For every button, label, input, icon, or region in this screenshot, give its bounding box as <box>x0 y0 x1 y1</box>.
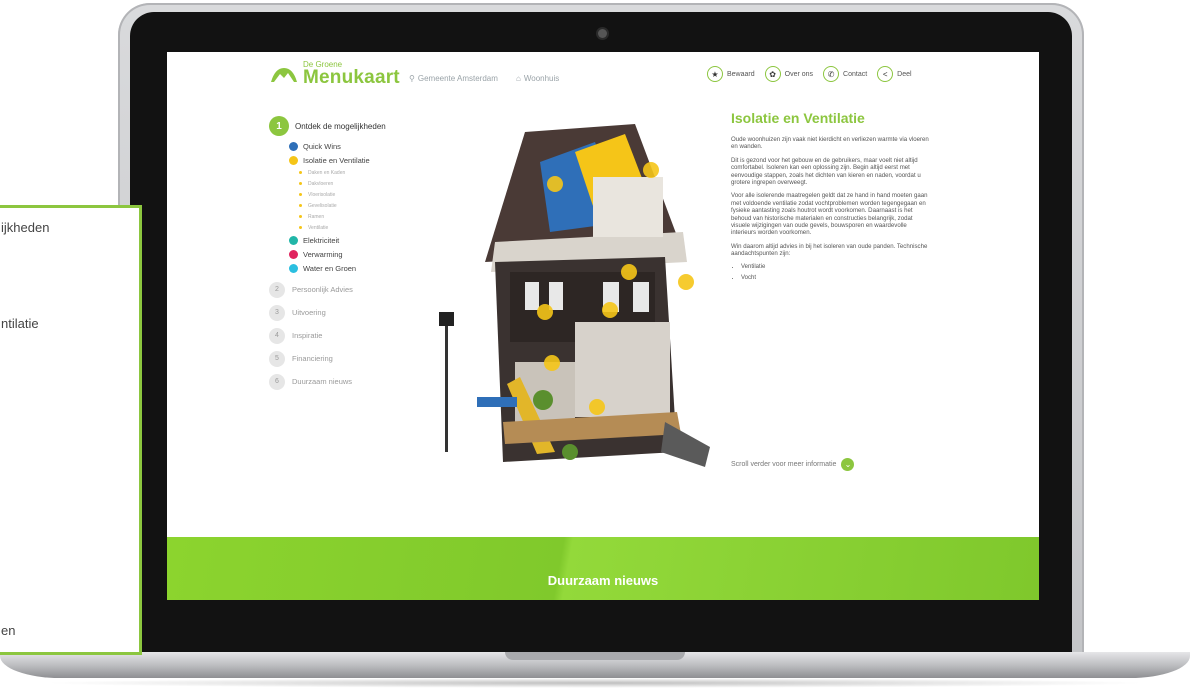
nav-deel[interactable]: < Deel <box>877 66 912 82</box>
sidebar-step-uitvoering[interactable]: 3 Uitvoering <box>269 301 419 324</box>
sidebar-step-advies[interactable]: 2 Persoonlijk Advies <box>269 278 419 301</box>
sidebar-item-label: Quick Wins <box>303 141 341 151</box>
article: Isolatie en Ventilatie Oude woonhuizen z… <box>731 110 931 286</box>
step-number: 5 <box>269 350 285 367</box>
house-cutaway-illustration <box>439 124 710 467</box>
sidebar-step-label: Financiering <box>292 354 333 363</box>
scroll-more-link[interactable]: Scroll verder voor meer informatie ⌄ <box>731 458 855 471</box>
bullet-icon <box>299 182 302 185</box>
phone-icon: ✆ <box>823 66 840 82</box>
article-title: Isolatie en Ventilatie <box>731 110 865 126</box>
sidebar-item-label: Water en Groen <box>303 263 357 273</box>
nav-contact[interactable]: ✆ Contact <box>823 66 867 82</box>
sidebar-item-verwarming[interactable]: Verwarming <box>289 247 419 261</box>
article-bullets: Ventilatie Vocht <box>731 264 931 281</box>
sidebar-step-label: Duurzaam nieuws <box>292 377 353 386</box>
nav-over-ons[interactable]: ✿ Over ons <box>764 66 814 82</box>
camera-icon <box>598 29 607 38</box>
news-banner[interactable]: Duurzaam nieuws <box>167 537 1039 600</box>
sidebar-subitem-label: Ramen <box>308 213 325 220</box>
list-item: Vocht <box>741 275 931 281</box>
bullet-icon <box>289 141 298 151</box>
breadcrumb-municipality[interactable]: ⚲ Gemeente Amsterdam <box>409 74 498 83</box>
banner-title: Duurzaam nieuws <box>547 573 659 588</box>
breadcrumb-label: Gemeente Amsterdam <box>417 74 498 83</box>
step-number: 2 <box>269 281 285 298</box>
logo-mountain-icon <box>271 67 297 82</box>
sidebar-item-water-groen[interactable]: Water en Groen <box>289 261 419 275</box>
sidebar-step-label: Inspiratie <box>292 331 323 340</box>
bullet-icon <box>289 235 298 245</box>
sidebar-step-discover[interactable]: 1 Ontdek de mogelijkheden <box>269 116 419 136</box>
sidebar-subsubmenu: Daken en Kaden Dakvloeren Vloerisolatie … <box>299 167 419 233</box>
laptop-notch <box>505 652 685 660</box>
callout-text: en <box>1 623 16 638</box>
step-number: 3 <box>269 304 285 321</box>
nav-label: Bewaard <box>727 70 755 78</box>
step-number: 6 <box>269 373 285 390</box>
sidebar-subitem-label: Daken en Kaden <box>308 169 346 176</box>
sidebar-item-label: Verwarming <box>303 249 343 259</box>
bullet-icon <box>299 226 302 229</box>
article-paragraph: Win daarom altijd advies in bij het isol… <box>731 242 928 258</box>
sidebar-subitem-label: Vloerisolatie <box>308 191 336 198</box>
sidebar-subitem-label: Dakvloeren <box>308 180 334 187</box>
share-icon: < <box>877 66 894 82</box>
sidebar-subitem-label: Ventilatie <box>308 224 329 231</box>
sidebar-subitem-label: Gevelisolatie <box>308 202 337 209</box>
nav-label: Over ons <box>784 70 814 78</box>
bullet-icon <box>289 249 298 259</box>
step-number: 1 <box>269 116 289 136</box>
sidebar-subitem[interactable]: Gevelisolatie <box>299 200 419 211</box>
location-pin-icon: ⚲ <box>409 74 415 83</box>
bullet-icon <box>299 193 302 196</box>
bullet-icon <box>299 215 302 218</box>
sidebar-subitem[interactable]: Daken en Kaden <box>299 167 419 178</box>
site-logo[interactable]: De Groene Menukaart <box>269 60 400 87</box>
chevron-down-icon: ⌄ <box>841 458 855 471</box>
sidebar-subitem[interactable]: Vloerisolatie <box>299 189 419 200</box>
sidebar-item-quick-wins[interactable]: Quick Wins <box>289 139 419 153</box>
nav-bewaard[interactable]: ★ Bewaard <box>707 66 755 82</box>
sidebar-step-label: Persoonlijk Advies <box>292 285 353 294</box>
sidebar-item-label: Isolatie en Ventilatie <box>303 155 370 165</box>
laptop-screen: De Groene Menukaart ⚲ Gemeente Amsterdam… <box>167 52 1039 600</box>
breadcrumb-building[interactable]: ⌂ Woonhuis <box>516 74 559 83</box>
sidebar-subitem[interactable]: Ventilatie <box>299 222 419 233</box>
laptop-shadow <box>40 678 1150 688</box>
logo-name: Menukaart <box>303 67 400 88</box>
sidebar-item-elektriciteit[interactable]: Elektriciteit <box>289 233 419 247</box>
sidebar-step-financiering[interactable]: 5 Financiering <box>269 347 419 370</box>
sidebar-subitem[interactable]: Ramen <box>299 211 419 222</box>
article-paragraph: Voor alle isolerende maatregelen geldt d… <box>731 192 928 237</box>
callout-text: ijkheden <box>1 220 50 235</box>
sidebar-item-isolatie[interactable]: Isolatie en Ventilatie <box>289 153 419 167</box>
home-icon: ⌂ <box>516 74 521 83</box>
bullet-icon <box>299 171 302 174</box>
sidebar-step-label: Uitvoering <box>292 308 326 317</box>
article-paragraph: Oude woonhuizen zijn vaak niet kierdicht… <box>731 136 929 151</box>
sidebar-subitem[interactable]: Dakvloeren <box>299 178 419 189</box>
sidebar-head-label: Ontdek de mogelijkheden <box>295 121 386 131</box>
sidebar-step-nieuws[interactable]: 6 Duurzaam nieuws <box>269 370 419 393</box>
bullet-icon <box>289 155 298 165</box>
step-number: 4 <box>269 327 285 344</box>
star-icon: ★ <box>707 66 723 82</box>
bullet-icon <box>289 263 298 273</box>
info-icon: ✿ <box>764 66 781 82</box>
article-paragraph: Dit is gezond voor het gebouw en de gebr… <box>731 156 921 187</box>
callout-text: ntilatie <box>1 316 39 331</box>
list-item: Ventilatie <box>741 264 931 270</box>
scroll-label: Scroll verder voor meer informatie <box>731 461 837 468</box>
zoom-callout-panel: ijkheden ntilatie en <box>0 205 142 655</box>
sidebar-item-label: Elektriciteit <box>303 235 340 245</box>
sidebar-step-inspiratie[interactable]: 4 Inspiratie <box>269 324 419 347</box>
nav-label: Deel <box>897 70 912 78</box>
nav-label: Contact <box>843 70 868 78</box>
top-navigation: ★ Bewaard ✿ Over ons ✆ Contact < Deel <box>707 66 912 82</box>
sidebar: 1 Ontdek de mogelijkheden Quick Wins Iso… <box>269 116 419 393</box>
breadcrumb-label: Woonhuis <box>523 74 560 83</box>
bullet-icon <box>299 204 302 207</box>
